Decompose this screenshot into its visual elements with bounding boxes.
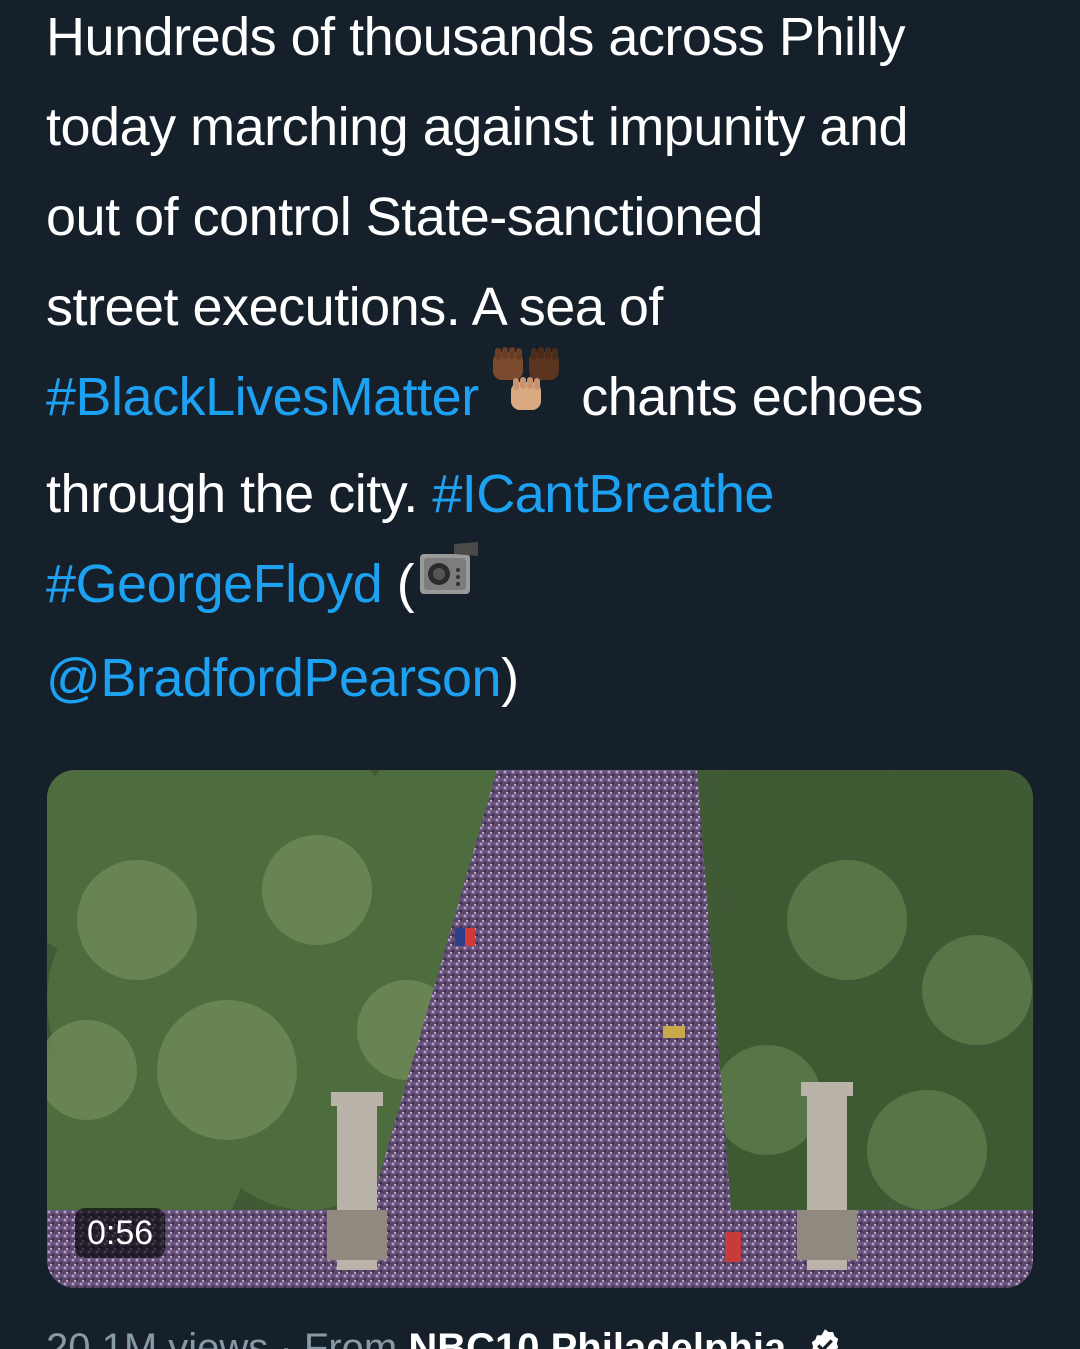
video-camera-emoji xyxy=(414,537,482,627)
tweet-text-line: out of control State-sanctioned xyxy=(46,172,1056,262)
tweet-text-line: through the city. #ICantBreathe xyxy=(46,449,1056,539)
view-count: 20.1M views xyxy=(46,1326,269,1349)
hashtag-link[interactable]: #GeorgeFloyd xyxy=(46,554,383,614)
tweet-text-segment: today marching against impunity and xyxy=(46,97,909,157)
source-account-link[interactable]: NBC10 Philadelphia xyxy=(408,1326,786,1349)
from-label: From xyxy=(303,1326,398,1349)
raised-fists-emoji xyxy=(489,346,567,443)
tweet-text-segment: ( xyxy=(382,554,415,615)
video-thumbnail[interactable] xyxy=(47,770,1033,1288)
tweet-text: Hundreds of thousands across Philly today… xyxy=(46,0,1056,723)
video-player[interactable]: 0:56 xyxy=(47,770,1033,1288)
tweet-text-line: street executions. A sea of xyxy=(46,262,1056,352)
meta-separator: · xyxy=(279,1326,293,1349)
tweet-text-segment: out of control State-sanctioned xyxy=(46,187,763,247)
tweet-text-line: #GeorgeFloyd ( xyxy=(46,539,1056,633)
verified-badge-icon xyxy=(807,1320,843,1349)
tweet-text-segment: ) xyxy=(501,647,519,708)
tweet-text-segment: street executions. A sea of xyxy=(46,277,663,337)
tweet-text-line: @BradfordPearson) xyxy=(46,633,1056,723)
tweet-text-segment: chants echoes xyxy=(566,367,923,427)
tweet-text-line: today marching against impunity and xyxy=(46,82,1056,172)
video-duration-badge: 0:56 xyxy=(75,1208,166,1258)
tweet-text-segment: through the city. xyxy=(46,464,433,525)
tweet-text-segment: Hundreds of thousands across Philly xyxy=(46,7,905,67)
hashtag-link[interactable]: #ICantBreathe xyxy=(432,464,774,524)
mention-link[interactable]: @BradfordPearson xyxy=(46,648,502,708)
tweet-text-line: #BlackLivesMatter chants echoes xyxy=(46,347,1056,449)
hashtag-link[interactable]: #BlackLivesMatter xyxy=(46,367,479,427)
tweet-text-line: Hundreds of thousands across Philly xyxy=(46,0,1056,82)
tweet-meta-line: 20.1M views · From NBC10 Philadelphia xyxy=(46,1318,843,1349)
